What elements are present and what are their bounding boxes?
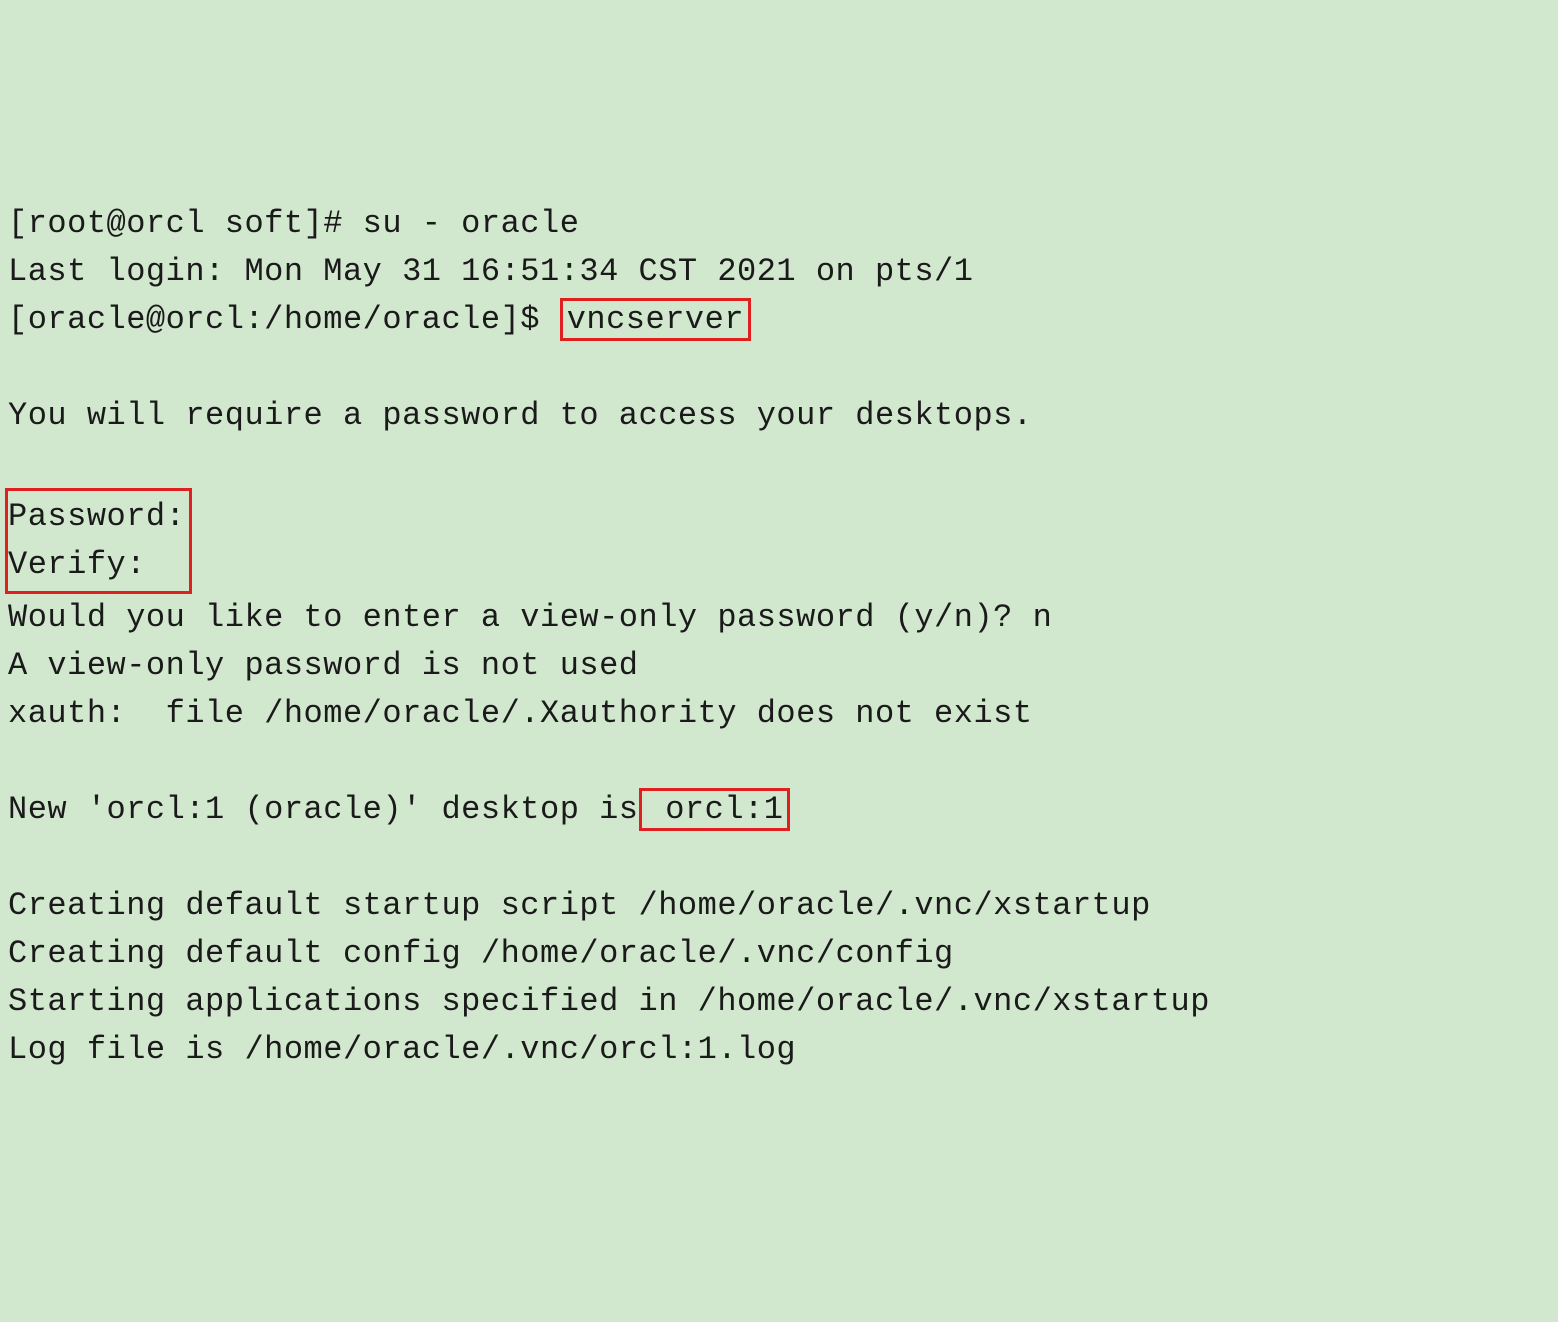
terminal-line2: Last login: Mon May 31 16:51:34 CST 2021…: [8, 248, 1550, 296]
prompt-oracle: [oracle@orcl:/home/oracle]$: [8, 301, 540, 338]
prompt-root: [root@orcl soft]# su - oracle: [8, 205, 579, 242]
desktop-name: orcl:1: [639, 788, 791, 831]
command-vncserver[interactable]: vncserver: [560, 298, 751, 341]
terminal-line-blank4: [8, 834, 1550, 882]
terminal-line-blank3: [8, 738, 1550, 786]
terminal-line5: You will require a password to access yo…: [8, 392, 1550, 440]
desktop-text: New 'orcl:1 (oracle)' desktop is: [8, 791, 639, 828]
terminal-line16: Creating default config /home/oracle/.vn…: [8, 930, 1550, 978]
terminal-line18: Log file is /home/oracle/.vnc/orcl:1.log: [8, 1026, 1550, 1074]
terminal-line-blank2: [8, 440, 1550, 488]
password-prompt-box: Password:Verify:: [5, 488, 192, 594]
terminal-line1: [root@orcl soft]# su - oracle: [8, 200, 1550, 248]
terminal-line3: [oracle@orcl:/home/oracle]$ vncserver: [8, 296, 1550, 344]
terminal-line15: Creating default startup script /home/or…: [8, 882, 1550, 930]
terminal-line11: xauth: file /home/oracle/.Xauthority doe…: [8, 690, 1550, 738]
terminal-line10: A view-only password is not used: [8, 642, 1550, 690]
password-prompt[interactable]: Password:: [8, 493, 185, 541]
terminal-line13: New 'orcl:1 (oracle)' desktop is orcl:1: [8, 786, 1550, 834]
verify-prompt[interactable]: Verify:: [8, 541, 185, 589]
terminal-output: [root@orcl soft]# su - oracle Last login:…: [8, 200, 1550, 1074]
terminal-line17: Starting applications specified in /home…: [8, 978, 1550, 1026]
terminal-line9: Would you like to enter a view-only pass…: [8, 594, 1550, 642]
terminal-line-blank1: [8, 344, 1550, 392]
